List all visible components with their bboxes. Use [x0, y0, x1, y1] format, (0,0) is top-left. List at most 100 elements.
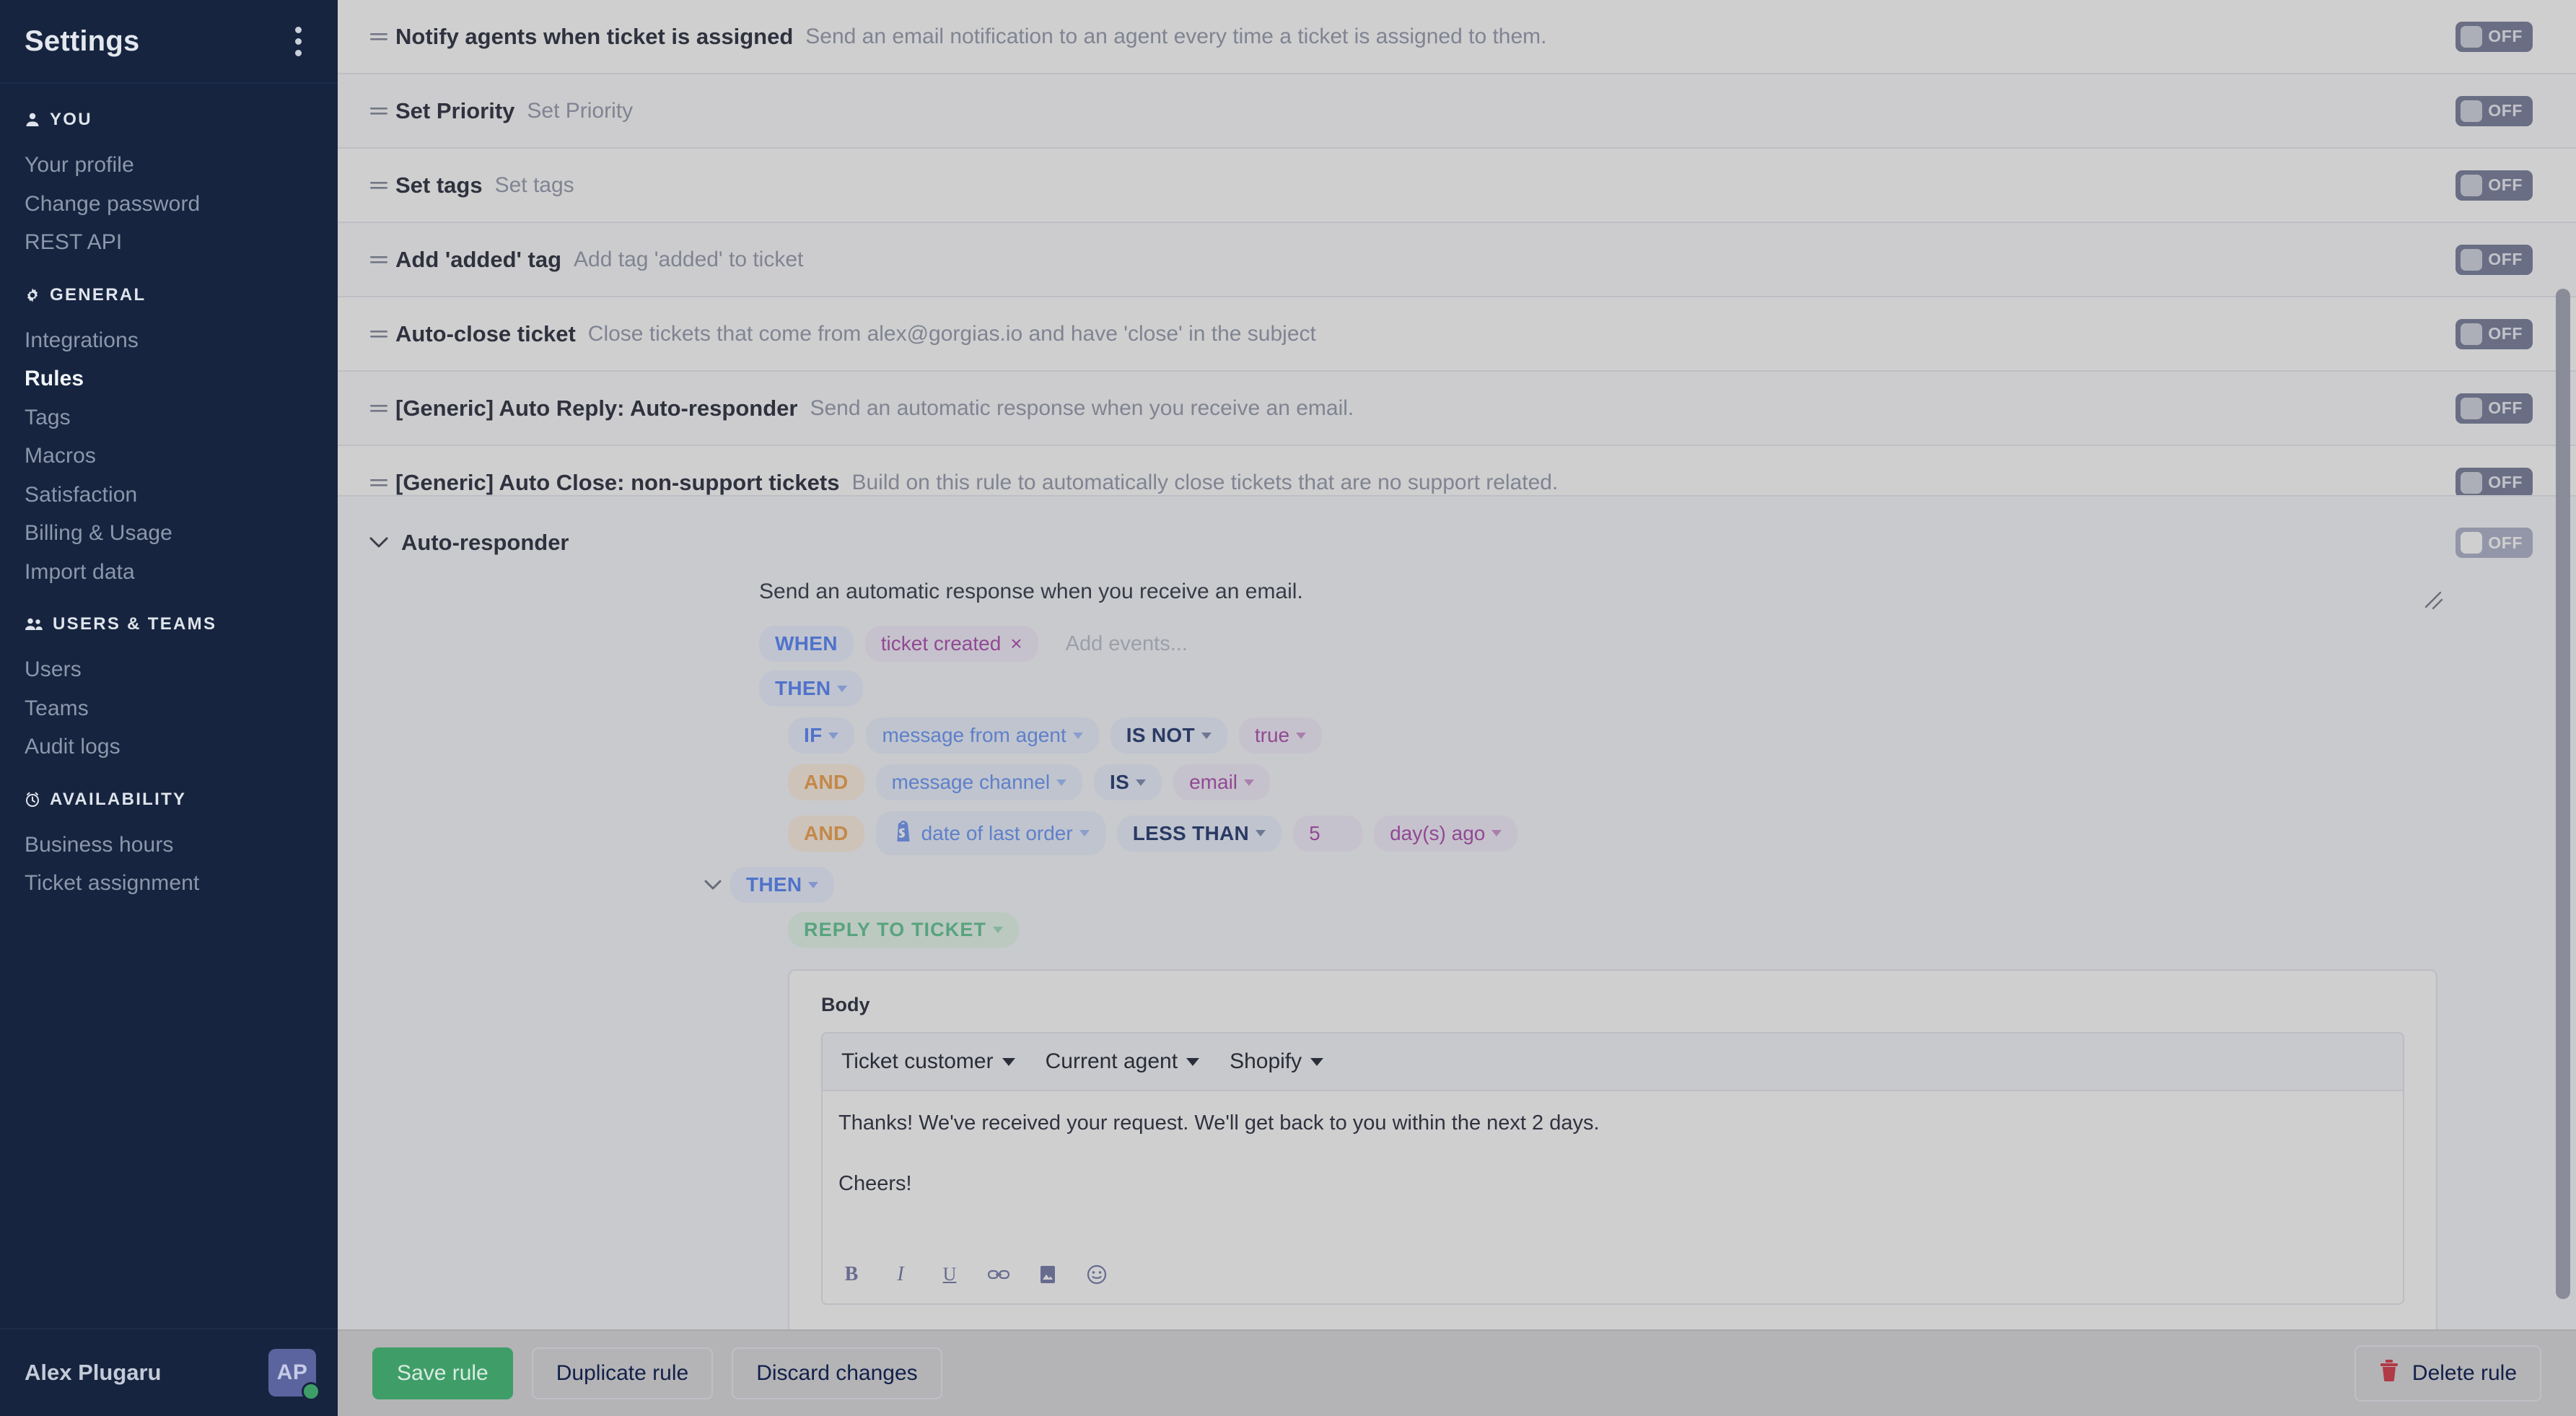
drag-handle-icon[interactable] [369, 30, 395, 43]
sidebar-item-teams[interactable]: Teams [0, 689, 338, 728]
rule-enabled-toggle[interactable]: OFF [2455, 393, 2533, 424]
settings-sidebar: Settings YOU Your profile Change password R… [0, 0, 338, 1416]
sidebar-group-header: USERS & TEAMS [0, 614, 338, 634]
sidebar-item-satisfaction[interactable]: Satisfaction [0, 476, 338, 515]
emoji-icon[interactable] [1084, 1262, 1110, 1288]
condition-field-label: message from agent [882, 724, 1066, 746]
collapse-action-chevron-icon[interactable] [704, 880, 730, 891]
sidebar-item-import-data[interactable]: Import data [0, 553, 338, 592]
vertical-scrollbar[interactable] [2556, 289, 2570, 1299]
sidebar-item-macros[interactable]: Macros [0, 437, 338, 476]
sidebar-item-audit-logs[interactable]: Audit logs [0, 727, 338, 766]
event-tag-ticket-created[interactable]: ticket created × [864, 626, 1038, 662]
rule-enabled-toggle[interactable]: OFF [2455, 170, 2533, 201]
chevron-down-icon [1310, 1057, 1324, 1066]
chevron-down-icon [1491, 830, 1502, 836]
condition-unit[interactable]: day(s) ago [1374, 815, 1518, 852]
condition-connector[interactable]: IF [788, 717, 855, 753]
rule-enabled-toggle[interactable]: OFF [2455, 244, 2533, 275]
collapse-rule-chevron-icon[interactable] [369, 537, 395, 549]
condition-value-label: true [1254, 724, 1290, 746]
condition-value[interactable]: email [1173, 764, 1271, 800]
condition-field[interactable]: message channel [875, 764, 1083, 800]
rule-row[interactable]: Set Priority Set Priority OFF [338, 74, 2576, 149]
variable-dropdown-label: Shopify [1230, 1049, 1302, 1073]
then-keyword[interactable]: THEN [759, 670, 864, 707]
sidebar-item-users[interactable]: Users [0, 650, 338, 689]
sidebar-overflow-menu-icon[interactable] [289, 21, 307, 62]
sidebar-user[interactable]: Alex Plugaru AP [0, 1328, 338, 1416]
rule-enabled-toggle[interactable]: OFF [2455, 528, 2533, 558]
resize-handle-icon[interactable] [2423, 588, 2452, 617]
condition-connector[interactable]: AND [788, 764, 864, 800]
sidebar-item-ticket-assignment[interactable]: Ticket assignment [0, 864, 338, 903]
drag-handle-icon[interactable] [369, 328, 395, 341]
gear-icon [25, 287, 40, 303]
rule-row[interactable]: Notify agents when ticket is assigned Sen… [338, 0, 2576, 74]
toggle-knob [2461, 248, 2483, 271]
sidebar-item-rest-api[interactable]: REST API [0, 223, 338, 262]
body-paragraph: Cheers! [838, 1171, 912, 1195]
sidebar-item-integrations[interactable]: Integrations [0, 321, 338, 360]
rule-row[interactable]: Set tags Set tags OFF [338, 149, 2576, 223]
variable-dropdown-current-agent[interactable]: Current agent [1046, 1049, 1218, 1074]
variable-dropdown-ticket-customer[interactable]: Ticket customer [841, 1049, 1034, 1074]
drag-handle-icon[interactable] [369, 476, 395, 489]
sidebar-item-rules[interactable]: Rules [0, 359, 338, 398]
sidebar-item-your-profile[interactable]: Your profile [0, 146, 338, 185]
drag-handle-icon[interactable] [369, 179, 395, 192]
then-keyword-2[interactable]: THEN [730, 867, 835, 903]
remove-event-icon[interactable]: × [1010, 634, 1022, 654]
add-events-placeholder[interactable]: Add events... [1066, 632, 1188, 656]
chevron-down-icon [1002, 1057, 1015, 1066]
condition-connector[interactable]: AND [788, 815, 864, 852]
chevron-down-icon [993, 927, 1004, 933]
link-icon[interactable] [986, 1262, 1012, 1288]
condition-value[interactable]: 5 [1293, 815, 1363, 852]
when-section: WHEN ticket created × Add events... THEN [338, 626, 2533, 707]
save-rule-button[interactable]: Save rule [372, 1347, 513, 1399]
condition-operator[interactable]: IS [1094, 764, 1162, 800]
main-content: Notify agents when ticket is assigned Sen… [338, 0, 2576, 1416]
rule-row[interactable]: Auto-close ticket Close tickets that come… [338, 297, 2576, 372]
action-reply-to-ticket[interactable]: REPLY TO TICKET [788, 912, 1020, 948]
sidebar-item-business-hours[interactable]: Business hours [0, 826, 338, 865]
duplicate-rule-button[interactable]: Duplicate rule [531, 1347, 714, 1399]
sidebar-item-change-password[interactable]: Change password [0, 185, 338, 224]
sidebar-group-users-teams: USERS & TEAMS Users Teams Audit logs [0, 614, 338, 766]
drag-handle-icon[interactable] [369, 105, 395, 118]
rule-row[interactable]: [Generic] Auto Reply: Auto-responder Send… [338, 372, 2576, 446]
condition-connector-label: IF [804, 724, 823, 746]
underline-icon[interactable]: U [937, 1262, 963, 1288]
toggle-label: OFF [2488, 473, 2523, 491]
chevron-down-icon [1072, 732, 1083, 739]
delete-rule-button[interactable]: Delete rule [2354, 1345, 2541, 1402]
condition-value[interactable]: true [1238, 717, 1323, 753]
condition-operator[interactable]: IS NOT [1110, 717, 1227, 753]
image-icon[interactable] [1035, 1262, 1061, 1288]
rule-enabled-toggle[interactable]: OFF [2455, 318, 2533, 349]
bold-icon[interactable]: B [838, 1262, 864, 1288]
when-keyword[interactable]: WHEN [759, 626, 854, 662]
rule-editor-panel: Auto-responder OFF Send an automatic res… [338, 495, 2576, 1329]
action-row: REPLY TO TICKET [338, 912, 2533, 948]
rule-enabled-toggle[interactable]: OFF [2455, 95, 2533, 126]
drag-handle-icon[interactable] [369, 402, 395, 415]
rule-enabled-toggle[interactable]: OFF [2455, 467, 2533, 498]
condition-operator-label: LESS THAN [1132, 821, 1250, 844]
avatar[interactable]: AP [268, 1349, 320, 1401]
rule-enabled-toggle[interactable]: OFF [2455, 21, 2533, 52]
discard-changes-button[interactable]: Discard changes [732, 1347, 942, 1399]
sidebar-item-tags[interactable]: Tags [0, 398, 338, 437]
variable-dropdown-shopify[interactable]: Shopify [1230, 1049, 1342, 1074]
rule-row[interactable]: Add 'added' tag Add tag 'added' to ticket… [338, 223, 2576, 297]
condition-operator[interactable]: LESS THAN [1116, 815, 1282, 852]
drag-handle-icon[interactable] [369, 253, 395, 266]
sidebar-item-billing-usage[interactable]: Billing & Usage [0, 514, 338, 553]
condition-field[interactable]: date of last order [875, 811, 1105, 855]
chevron-down-icon [1256, 830, 1266, 836]
sidebar-title: Settings [25, 25, 140, 57]
body-textarea[interactable]: Thanks! We've received your request. We'… [823, 1091, 2403, 1243]
condition-field[interactable]: message from agent [866, 717, 1099, 753]
italic-icon[interactable]: I [888, 1262, 914, 1288]
